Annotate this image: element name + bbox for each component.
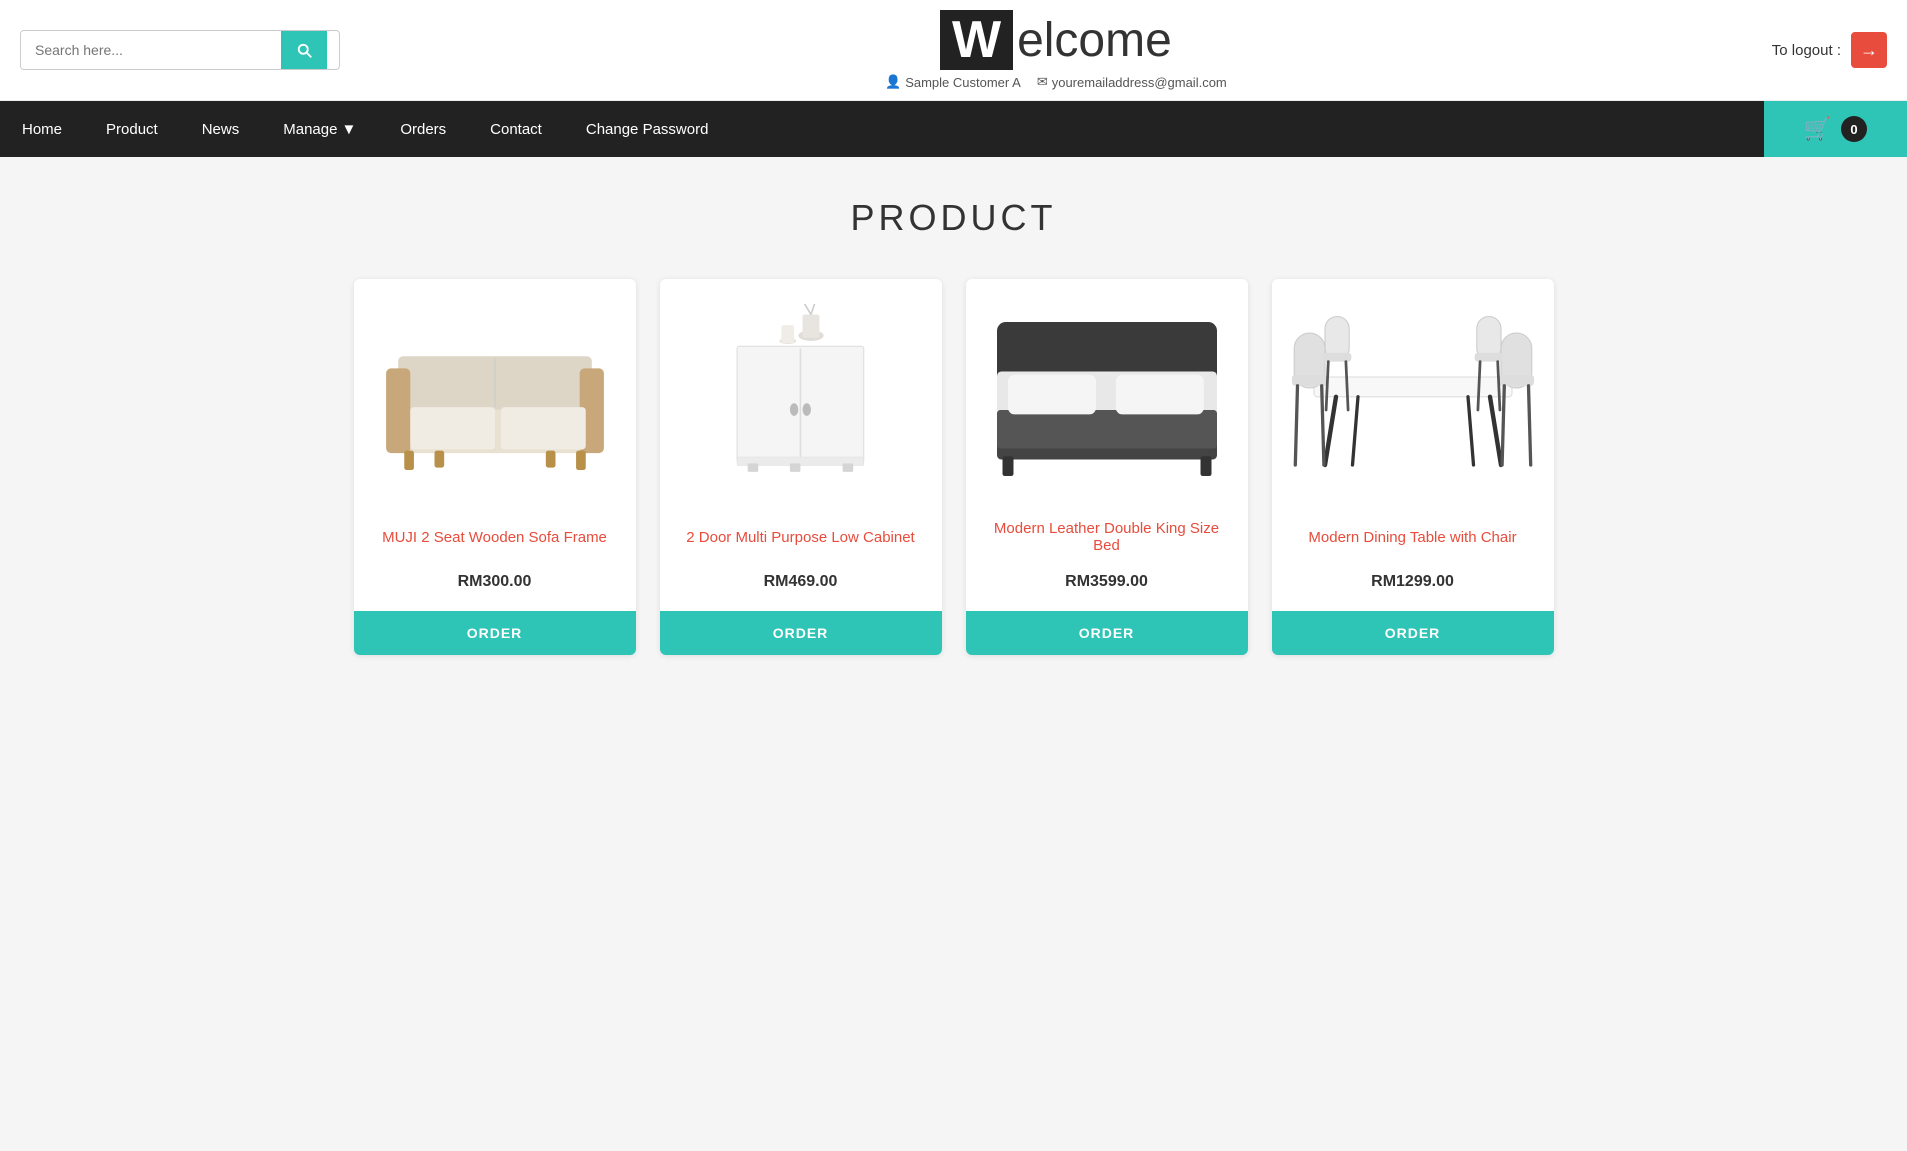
search-button[interactable]	[281, 31, 327, 69]
user-email: youremailaddress@gmail.com	[1052, 75, 1227, 90]
product-image-bed	[986, 299, 1228, 499]
logo-w: W	[940, 10, 1013, 70]
logout-button[interactable]: →	[1851, 32, 1887, 68]
header: W elcome 👤 Sample Customer A ✉ youremail…	[0, 0, 1907, 101]
user-info: 👤 Sample Customer A ✉ youremailaddress@g…	[340, 74, 1772, 90]
nav-item-change-password[interactable]: Change Password	[564, 101, 731, 157]
product-card-p4: Modern Dining Table with Chair RM1299.00…	[1272, 279, 1554, 655]
nav-item-manage[interactable]: Manage ▼	[261, 101, 378, 157]
product-name-p1: MUJI 2 Seat Wooden Sofa Frame	[374, 515, 616, 559]
product-image-sofa	[374, 299, 616, 499]
user-name: Sample Customer A	[905, 75, 1021, 90]
order-button-p2[interactable]: ORDER	[660, 611, 942, 655]
search-bar	[20, 30, 340, 70]
product-card-p2: 2 Door Multi Purpose Low Cabinet RM469.0…	[660, 279, 942, 655]
order-button-p4[interactable]: ORDER	[1272, 611, 1554, 655]
product-grid: MUJI 2 Seat Wooden Sofa Frame RM300.00 O…	[354, 279, 1554, 655]
chevron-down-icon: ▼	[341, 121, 356, 138]
navbar: Home Product News Manage ▼ Orders Contac…	[0, 101, 1907, 157]
product-card-p3: Modern Leather Double King Size Bed RM35…	[966, 279, 1248, 655]
product-image-cabinet	[680, 299, 922, 499]
nav-item-news[interactable]: News	[180, 101, 262, 157]
nav-item-contact[interactable]: Contact	[468, 101, 564, 157]
email-icon: ✉	[1037, 74, 1048, 90]
user-email-area: ✉ youremailaddress@gmail.com	[1037, 74, 1227, 90]
product-name-p4: Modern Dining Table with Chair	[1292, 515, 1534, 559]
product-price-p2: RM469.00	[680, 573, 922, 591]
search-input[interactable]	[21, 32, 281, 68]
main-content: PRODUCT	[0, 157, 1907, 695]
product-name-p2: 2 Door Multi Purpose Low Cabinet	[680, 515, 922, 559]
logout-area: To logout : →	[1772, 32, 1887, 68]
cart-area[interactable]: 🛒 0	[1764, 101, 1907, 157]
cart-icon: 🛒	[1804, 116, 1831, 142]
product-price-p4: RM1299.00	[1292, 573, 1534, 591]
logout-label: To logout :	[1772, 42, 1841, 59]
product-card-p1: MUJI 2 Seat Wooden Sofa Frame RM300.00 O…	[354, 279, 636, 655]
site-logo: W elcome	[340, 10, 1772, 70]
nav-item-product[interactable]: Product	[84, 101, 180, 157]
page-title: PRODUCT	[60, 197, 1847, 239]
order-button-p3[interactable]: ORDER	[966, 611, 1248, 655]
cart-count: 0	[1841, 116, 1867, 142]
logo-area: W elcome 👤 Sample Customer A ✉ youremail…	[340, 10, 1772, 90]
logout-icon: →	[1860, 40, 1878, 61]
product-image-dining	[1292, 299, 1534, 499]
nav-item-home[interactable]: Home	[0, 101, 84, 157]
order-button-p1[interactable]: ORDER	[354, 611, 636, 655]
logo-rest: elcome	[1017, 13, 1172, 68]
product-price-p1: RM300.00	[374, 573, 616, 591]
nav-item-orders[interactable]: Orders	[378, 101, 468, 157]
product-name-p3: Modern Leather Double King Size Bed	[986, 515, 1228, 559]
search-icon	[295, 41, 313, 59]
user-icon: 👤	[885, 74, 901, 90]
nav-items: Home Product News Manage ▼ Orders Contac…	[0, 101, 1764, 157]
user-name-area: 👤 Sample Customer A	[885, 74, 1021, 90]
product-price-p3: RM3599.00	[986, 573, 1228, 591]
